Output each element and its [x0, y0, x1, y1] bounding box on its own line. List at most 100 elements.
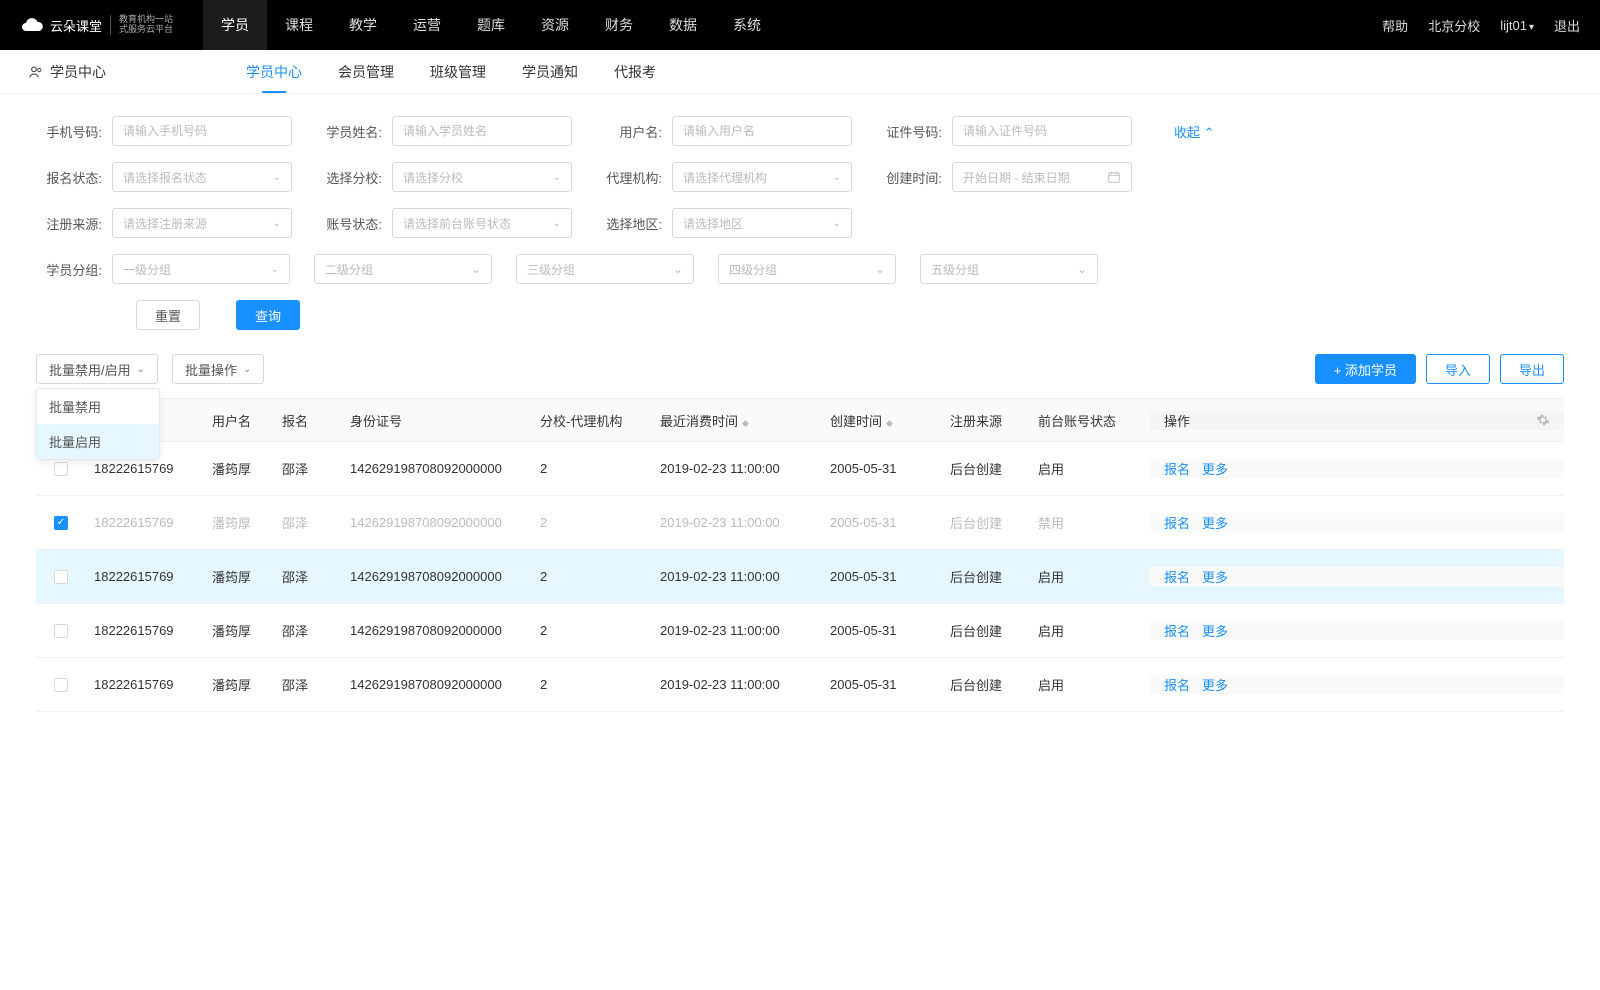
group-level-select[interactable]: 五级分组⌄: [920, 254, 1098, 284]
logo: 云朵课堂 教育机构一站 式服务云平台: [20, 13, 173, 37]
export-button[interactable]: 导出: [1500, 354, 1564, 384]
dropdown-item[interactable]: 批量启用: [37, 424, 159, 459]
cell-phone: 18222615769: [86, 623, 204, 638]
topnav-item[interactable]: 资源: [523, 0, 587, 50]
table-row: 18222615769潘筠厚邵泽142629198708092000000220…: [36, 604, 1564, 658]
col-status: 前台账号状态: [1030, 411, 1150, 430]
cloud-logo-icon: [20, 13, 44, 37]
topnav-item[interactable]: 数据: [651, 0, 715, 50]
topnav-item[interactable]: 教学: [331, 0, 395, 50]
filter-group: 用户名:: [596, 116, 852, 146]
row-checkbox[interactable]: [54, 570, 68, 584]
filter-label: 学员姓名:: [316, 122, 382, 141]
filter-input[interactable]: [952, 116, 1132, 146]
filter-select[interactable]: 请选择地区⌄: [672, 208, 852, 238]
collapse-toggle[interactable]: 收起 ⌃: [1174, 122, 1215, 141]
branch-link[interactable]: 北京分校: [1428, 16, 1480, 35]
batch-toggle-dropdown[interactable]: 批量禁用/启用 ⌄: [36, 354, 158, 384]
row-checkbox[interactable]: [54, 516, 68, 530]
signup-link[interactable]: 报名: [1164, 621, 1190, 640]
table-row: 18222615769潘筠厚邵泽142629198708092000000220…: [36, 658, 1564, 712]
more-link[interactable]: 更多: [1202, 567, 1228, 586]
help-link[interactable]: 帮助: [1382, 16, 1408, 35]
cell-branch: 2: [532, 623, 652, 638]
logo-separator: [110, 15, 111, 35]
subnav-tab[interactable]: 学员中心: [246, 50, 302, 93]
subnav-tab[interactable]: 班级管理: [430, 50, 486, 93]
cell-status: 禁用: [1030, 513, 1150, 532]
add-student-button[interactable]: + 添加学员: [1315, 354, 1416, 384]
subnav-tab[interactable]: 学员通知: [522, 50, 578, 93]
filter-group: 代理机构:请选择代理机构⌄: [596, 162, 852, 192]
col-consume[interactable]: 最近消费时间◆: [652, 411, 822, 430]
logout-link[interactable]: 退出: [1554, 16, 1580, 35]
group-level-select[interactable]: 一级分组⌄: [112, 254, 290, 284]
person-icon: [28, 64, 44, 80]
cell-branch: 2: [532, 569, 652, 584]
cell-phone: 18222615769: [86, 515, 204, 530]
search-button[interactable]: 查询: [236, 300, 300, 330]
row-checkbox[interactable]: [54, 624, 68, 638]
topnav-item[interactable]: 课程: [267, 0, 331, 50]
filter-label: 用户名:: [596, 122, 662, 141]
dropdown-item[interactable]: 批量禁用: [37, 389, 159, 424]
col-create[interactable]: 创建时间◆: [822, 411, 942, 430]
subnav-tab[interactable]: 会员管理: [338, 50, 394, 93]
signup-link[interactable]: 报名: [1164, 567, 1190, 586]
filter-select[interactable]: 请选择注册来源⌄: [112, 208, 292, 238]
signup-link[interactable]: 报名: [1164, 675, 1190, 694]
filter-label: 证件号码:: [876, 122, 942, 141]
gear-icon[interactable]: [1536, 413, 1550, 427]
chevron-down-icon: ⌄: [243, 364, 251, 375]
more-link[interactable]: 更多: [1202, 459, 1228, 478]
row-checkbox[interactable]: [54, 678, 68, 692]
filter-input[interactable]: [392, 116, 572, 146]
student-table: 用户名 报名 身份证号 分校-代理机构 最近消费时间◆ 创建时间◆ 注册来源 前…: [0, 398, 1600, 712]
group-level-select[interactable]: 二级分组⌄: [314, 254, 492, 284]
user-menu[interactable]: lijt01: [1500, 18, 1534, 33]
table-header: 用户名 报名 身份证号 分校-代理机构 最近消费时间◆ 创建时间◆ 注册来源 前…: [36, 398, 1564, 442]
filter-label: 选择分校:: [316, 168, 382, 187]
topnav-item[interactable]: 学员: [203, 0, 267, 50]
filter-label: 注册来源:: [36, 214, 102, 233]
filter-select[interactable]: 请选择报名状态⌄: [112, 162, 292, 192]
cell-idno: 142629198708092000000: [342, 461, 532, 476]
table-row: 18222615769潘筠厚邵泽142629198708092000000220…: [36, 496, 1564, 550]
logo-subtitle: 教育机构一站 式服务云平台: [119, 15, 173, 35]
cell-consume: 2019-02-23 11:00:00: [652, 569, 822, 584]
group-level-select[interactable]: 三级分组⌄: [516, 254, 694, 284]
filter-select[interactable]: 请选择分校⌄: [392, 162, 572, 192]
date-range-picker[interactable]: 开始日期 - 结束日期: [952, 162, 1132, 192]
row-checkbox[interactable]: [54, 462, 68, 476]
topnav-item[interactable]: 系统: [715, 0, 779, 50]
subnav-tab[interactable]: 代报考: [614, 50, 656, 93]
cell-username: 潘筠厚: [204, 621, 274, 640]
topnav-item[interactable]: 财务: [587, 0, 651, 50]
batch-toggle-menu: 批量禁用批量启用: [36, 388, 160, 460]
import-button[interactable]: 导入: [1426, 354, 1490, 384]
col-idno: 身份证号: [342, 411, 532, 430]
group-level-select[interactable]: 四级分组⌄: [718, 254, 896, 284]
batch-ops-dropdown[interactable]: 批量操作 ⌄: [172, 354, 264, 384]
topnav-item[interactable]: 题库: [459, 0, 523, 50]
more-link[interactable]: 更多: [1202, 513, 1228, 532]
sort-icon: ◆: [742, 418, 743, 428]
col-signup: 报名: [274, 411, 342, 430]
chevron-down-icon: ⌄: [271, 264, 279, 275]
reset-button[interactable]: 重置: [136, 300, 200, 330]
filter-input[interactable]: [112, 116, 292, 146]
filter-select[interactable]: 请选择前台账号状态⌄: [392, 208, 572, 238]
cell-status: 启用: [1030, 621, 1150, 640]
filter-input[interactable]: [672, 116, 852, 146]
cell-branch: 2: [532, 677, 652, 692]
more-link[interactable]: 更多: [1202, 675, 1228, 694]
signup-link[interactable]: 报名: [1164, 459, 1190, 478]
topnav-item[interactable]: 运营: [395, 0, 459, 50]
more-link[interactable]: 更多: [1202, 621, 1228, 640]
filter-group: 手机号码:: [36, 116, 292, 146]
filter-label: 学员分组:: [36, 260, 102, 279]
cell-source: 后台创建: [942, 459, 1030, 478]
cell-username: 潘筠厚: [204, 513, 274, 532]
filter-select[interactable]: 请选择代理机构⌄: [672, 162, 852, 192]
signup-link[interactable]: 报名: [1164, 513, 1190, 532]
